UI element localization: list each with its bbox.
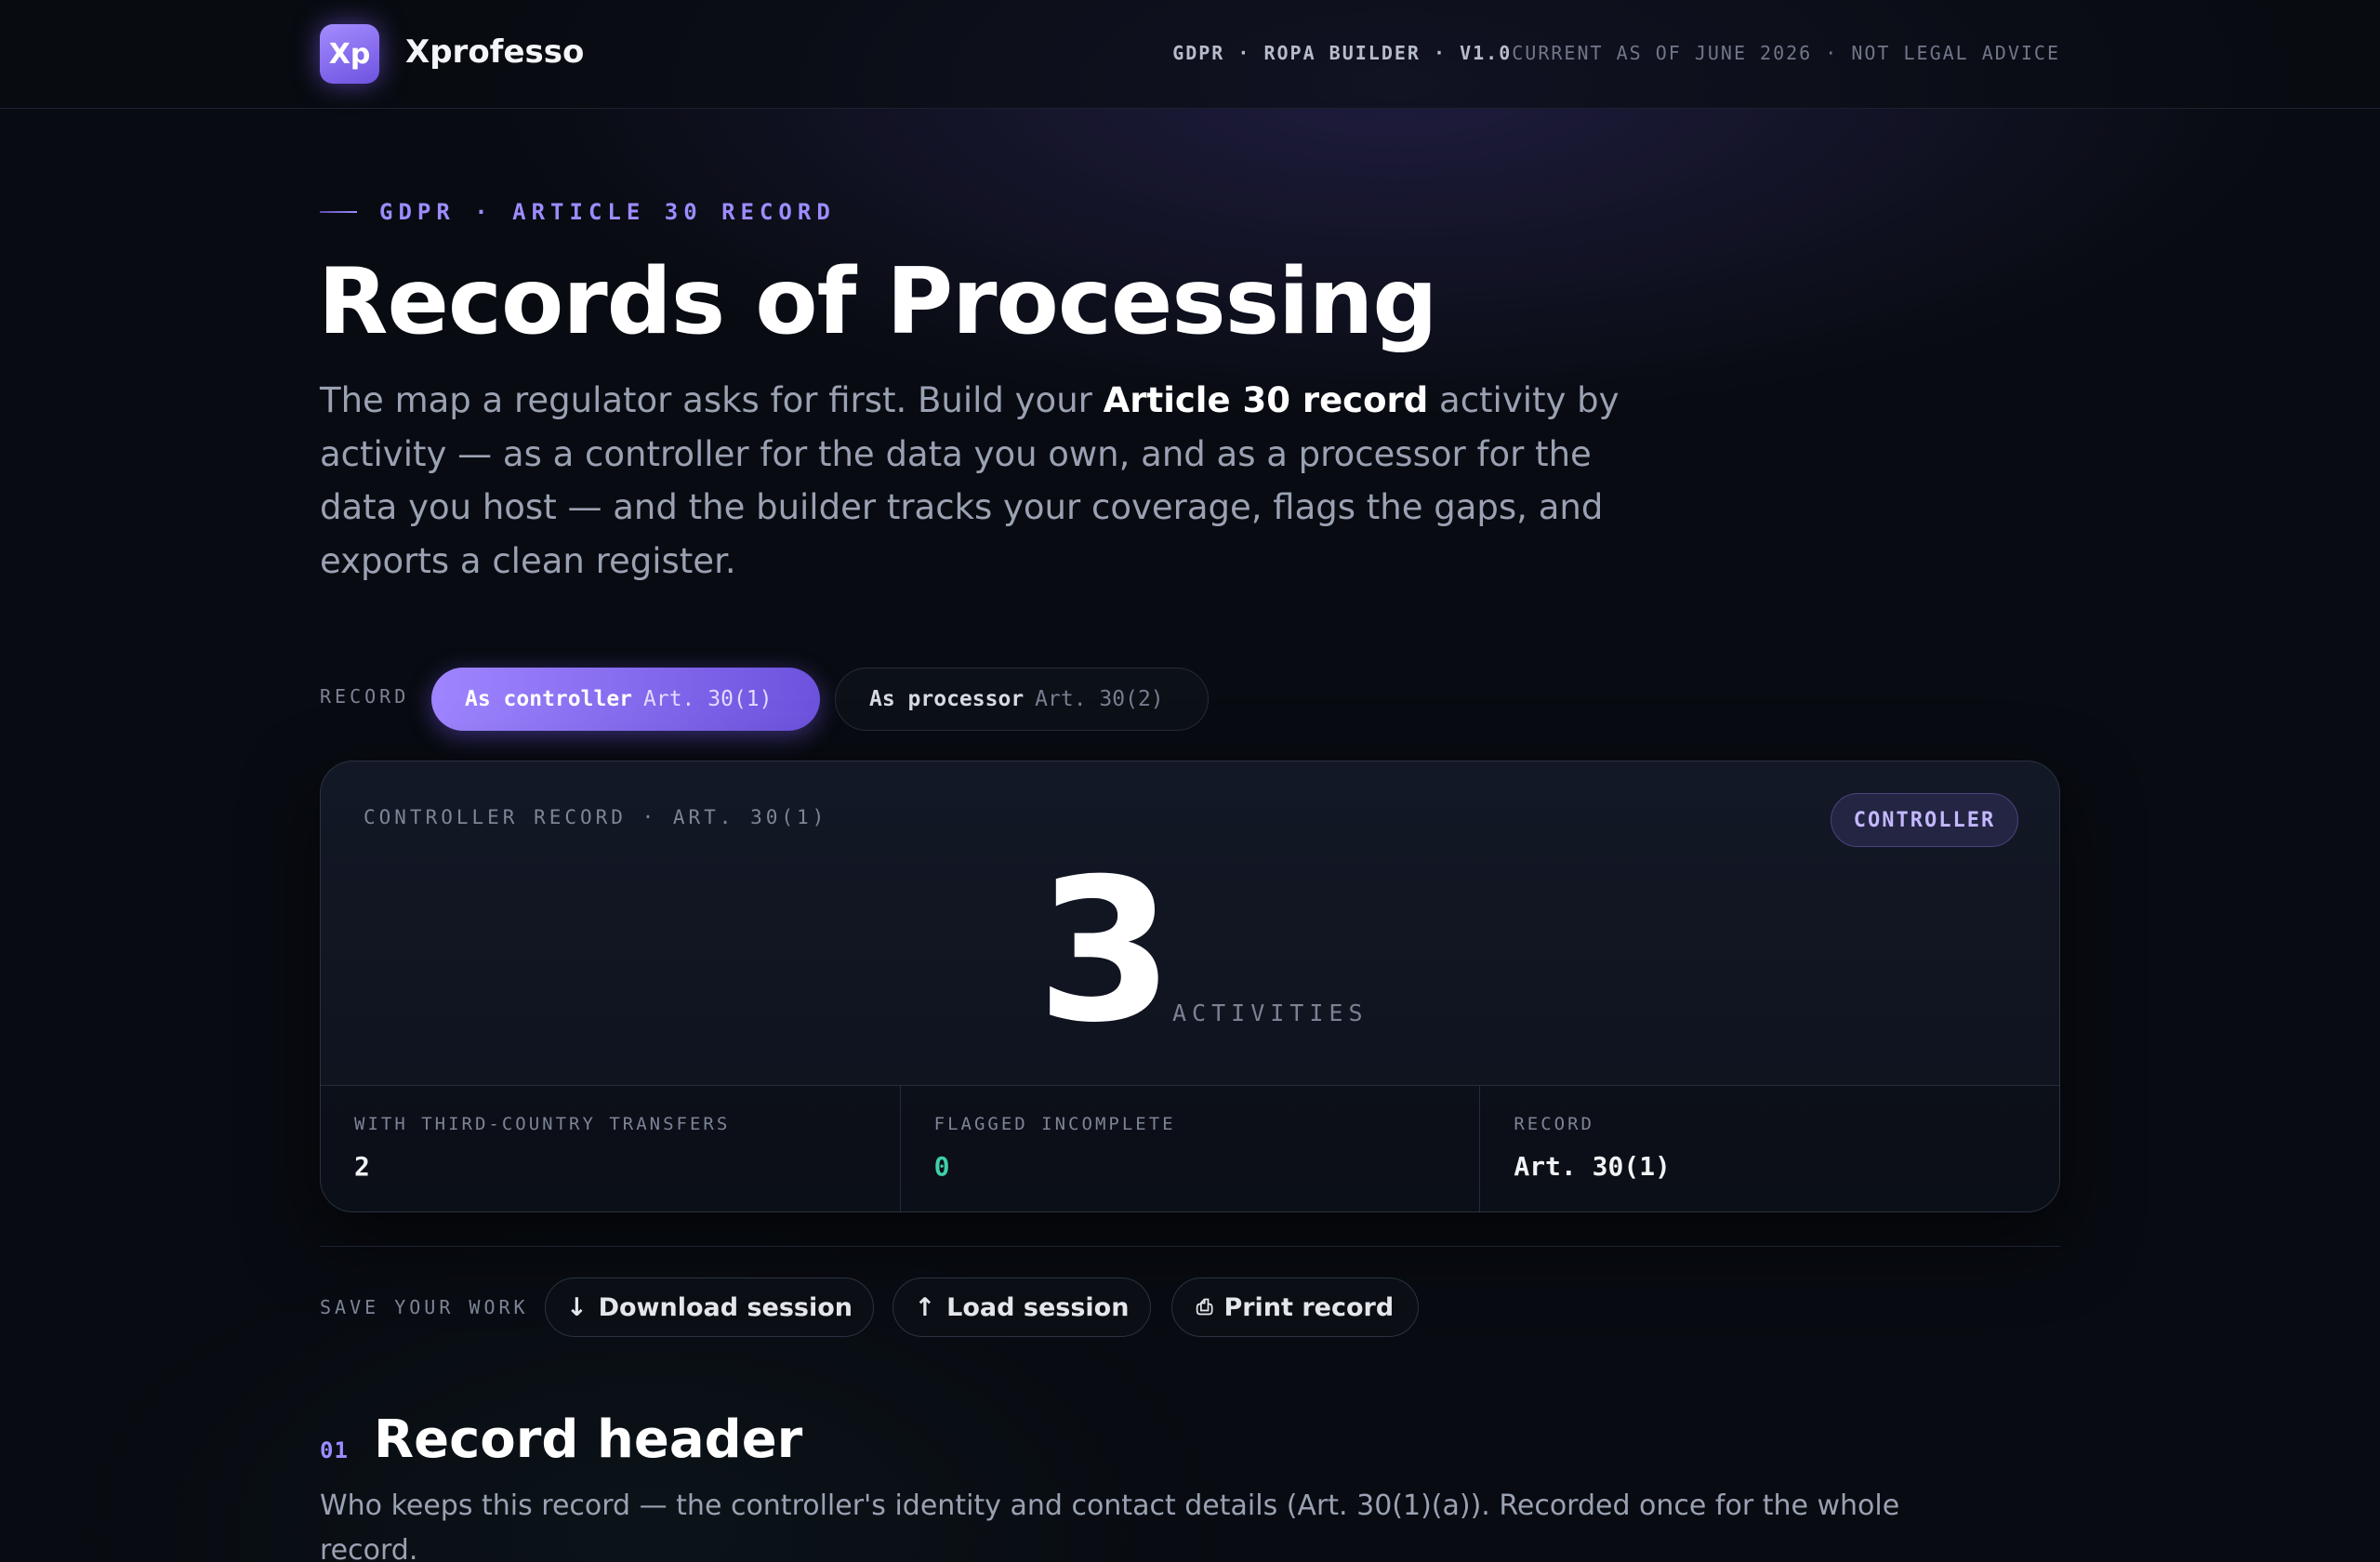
section-number: 01: [320, 1437, 349, 1463]
page-title: Records of Processing: [318, 249, 1438, 355]
eyebrow-text: GDPR · ARTICLE 30 RECORD: [379, 199, 836, 225]
hero-eyebrow: GDPR · ARTICLE 30 RECORD: [320, 199, 836, 225]
load-session-label: Load session: [946, 1292, 1130, 1322]
printer-icon: ⎙: [1196, 1295, 1213, 1319]
section-title: Record header: [374, 1410, 803, 1470]
brand-logo-text: Xp: [328, 37, 371, 71]
record-option-article: Art. 30(2): [1035, 687, 1164, 711]
record-option-label: As controller: [465, 687, 633, 711]
stat-record: RECORD Art. 30(1): [1480, 1086, 2059, 1211]
download-session-button[interactable]: ↓ Download session: [545, 1277, 874, 1337]
activity-count-unit: ACTIVITIES: [1172, 999, 1368, 1026]
stat-transfers: WITH THIRD-COUNTRY TRANSFERS 2: [321, 1086, 901, 1211]
print-record-label: Print record: [1223, 1292, 1395, 1322]
activity-count: 3: [1037, 836, 1174, 1066]
arrow-up-icon: ↑: [914, 1292, 936, 1322]
hero-description: The map a regulator asks for first. Buil…: [320, 374, 1640, 588]
record-summary-card: CONTROLLER RECORD · ART. 30(1) CONTROLLE…: [320, 761, 2060, 1212]
stat-value: 0: [933, 1151, 950, 1182]
record-option-controller[interactable]: As controller Art. 30(1): [431, 668, 820, 731]
stat-incomplete: FLAGGED INCOMPLETE 0: [901, 1086, 1481, 1211]
print-record-button[interactable]: ⎙ Print record: [1171, 1277, 1419, 1337]
save-label: SAVE YOUR WORK: [320, 1296, 529, 1318]
legal-notice: CURRENT AS OF JUNE 2026 · NOT LEGAL ADVI…: [1512, 42, 2060, 64]
stat-label: FLAGGED INCOMPLETE: [933, 1114, 1176, 1134]
record-toggle-label: RECORD: [320, 685, 410, 708]
lede-intro: The map a regulator asks for first. Buil…: [320, 380, 1104, 420]
record-option-label: As processor: [869, 687, 1025, 711]
tool-version: GDPR · ROPA BUILDER · V1.0: [1172, 42, 1513, 64]
stat-label: WITH THIRD-COUNTRY TRANSFERS: [354, 1114, 731, 1134]
load-session-button[interactable]: ↑ Load session: [892, 1277, 1151, 1337]
stat-value: Art. 30(1): [1514, 1151, 1671, 1182]
stats-row: WITH THIRD-COUNTRY TRANSFERS 2 FLAGGED I…: [321, 1085, 2059, 1211]
header-meta: GDPR · ROPA BUILDER · V1.0CURRENT AS OF …: [1172, 42, 2060, 64]
stat-label: RECORD: [1514, 1114, 1594, 1134]
lede-highlight: Article 30 record: [1103, 380, 1429, 420]
eyebrow-rule: [320, 211, 357, 213]
card-caption: CONTROLLER RECORD · ART. 30(1): [364, 806, 828, 828]
role-badge: CONTROLLER: [1831, 793, 2018, 847]
download-session-label: Download session: [598, 1292, 853, 1322]
arrow-down-icon: ↓: [565, 1292, 588, 1322]
brand-name[interactable]: Xprofesso: [405, 33, 584, 71]
stat-value: 2: [354, 1151, 370, 1182]
brand-logo[interactable]: Xp: [320, 24, 379, 84]
section-divider: [320, 1246, 2060, 1247]
top-bar: Xp Xprofesso GDPR · ROPA BUILDER · V1.0C…: [0, 0, 2380, 109]
record-option-article: Art. 30(1): [643, 687, 773, 711]
record-option-processor[interactable]: As processor Art. 30(2): [835, 668, 1209, 731]
section-description: Who keeps this record — the controller's…: [320, 1489, 1900, 1562]
